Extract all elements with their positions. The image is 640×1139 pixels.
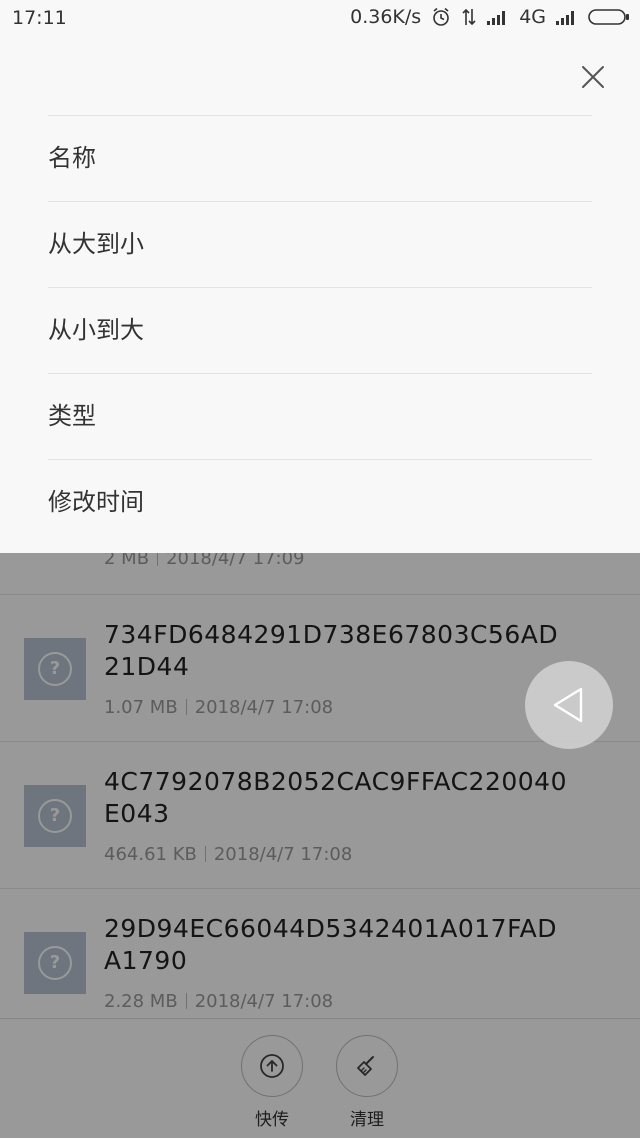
network-speed: 0.36K/s [350,6,422,28]
alarm-icon [433,7,449,26]
network-type: 4G [519,6,546,28]
sort-option-size-desc[interactable]: 从大到小 [48,202,592,288]
status-time: 17:11 [12,7,67,29]
sort-options-sheet: 17:11 0.36K/s 4G 名称 从大到小 从小到大 类型 修改时间 [0,0,640,553]
floating-back-button[interactable] [525,661,613,749]
sort-option-size-asc[interactable]: 从小到大 [48,288,592,374]
signal-icon [487,11,506,25]
data-transfer-icon [462,8,476,26]
close-button[interactable] [574,58,612,96]
signal-icon [556,11,574,25]
back-triangle-icon [553,687,583,723]
battery-icon [588,9,629,25]
sort-option-type[interactable]: 类型 [48,374,592,460]
sort-option-name[interactable]: 名称 [48,116,592,202]
sort-option-modified-time[interactable]: 修改时间 [48,460,592,545]
status-bar: 17:11 0.36K/s 4G [0,0,640,38]
status-icons: 0.36K/s 4G [350,6,630,28]
close-icon [582,66,604,88]
sort-options-list: 名称 从大到小 从小到大 类型 修改时间 [48,115,592,545]
